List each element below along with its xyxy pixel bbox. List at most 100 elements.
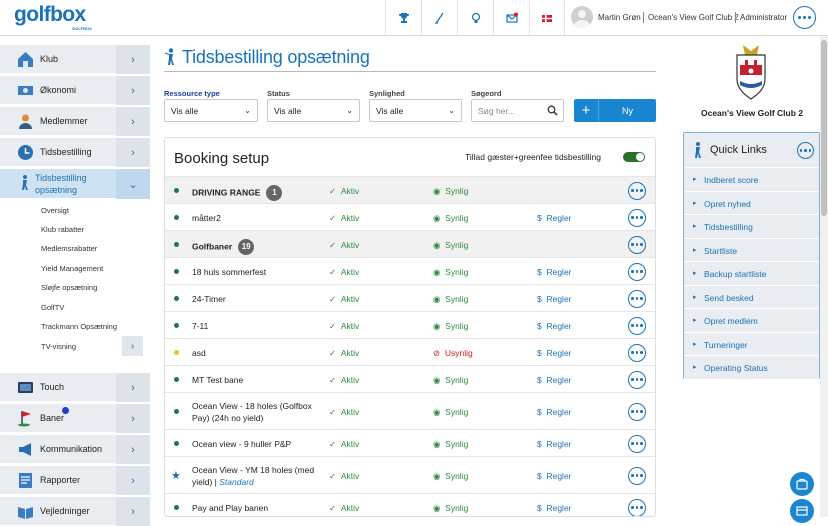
- new-button[interactable]: Ny: [598, 99, 656, 122]
- row-more-button[interactable]: [628, 262, 646, 281]
- rules-link[interactable]: $ Regler: [537, 471, 572, 481]
- quick-link-item[interactable]: ▸ Tidsbestilling: [684, 214, 819, 238]
- quick-link-item[interactable]: ▸ Operating Status: [684, 355, 819, 379]
- row-more-button[interactable]: [628, 181, 646, 200]
- sidebar-item-tidsbestilling[interactable]: Tidsbestilling ›: [0, 138, 150, 167]
- trophy-icon[interactable]: [385, 0, 421, 36]
- user-name[interactable]: Martin Grøn: [598, 13, 641, 22]
- table-row[interactable]: Ocean View - 18 holes (Golfbox Pay) (24h…: [165, 392, 655, 429]
- subnav-item[interactable]: Medlemsrabatter: [41, 244, 97, 253]
- sidebar-item-rapporter[interactable]: Rapporter ›: [0, 466, 150, 495]
- golf-club-icon[interactable]: [421, 0, 457, 36]
- row-more-button[interactable]: [628, 343, 646, 362]
- group-row[interactable]: Golfbaner 19 ✓ Aktiv ◉ Synlig: [165, 230, 655, 257]
- rules-link[interactable]: $ Regler: [537, 407, 572, 417]
- register-button[interactable]: [790, 499, 814, 523]
- rules-link[interactable]: $ Regler: [537, 439, 572, 449]
- row-more-button[interactable]: [628, 402, 646, 421]
- quick-link-item[interactable]: ▸ Backup startliste: [684, 261, 819, 285]
- subnav-item[interactable]: Yield Management: [41, 264, 103, 273]
- subnav-item[interactable]: GolfTV: [41, 303, 64, 312]
- guest-booking-toggle[interactable]: [623, 152, 645, 162]
- row-name[interactable]: Ocean View - YM 18 holes (med yield) | S…: [192, 464, 322, 488]
- row-name[interactable]: 7-11: [192, 320, 392, 332]
- table-row[interactable]: asd ✓ Aktiv ⊘ Usynlig $ Regler: [165, 338, 655, 365]
- quick-link-item[interactable]: ▸ Opret medlem: [684, 308, 819, 332]
- club-name[interactable]: Ocean's View Golf Club 2: [648, 13, 739, 22]
- chevron-right-icon[interactable]: ›: [116, 497, 150, 526]
- subnav-item[interactable]: Sløjfe opsætning: [41, 283, 97, 292]
- rules-link[interactable]: $ Regler: [537, 348, 572, 358]
- more-menu-button[interactable]: [793, 6, 816, 29]
- table-row[interactable]: måtter2 ✓ Aktiv ◉ Synlig $ Regler: [165, 203, 655, 230]
- sidebar-item-tidsbestilling-opsaetning[interactable]: Tidsbestilling opsætning ⌄: [0, 169, 150, 199]
- row-name[interactable]: asd: [192, 347, 392, 359]
- row-more-button[interactable]: [628, 208, 646, 227]
- row-more-button[interactable]: [628, 370, 646, 389]
- quick-link-item[interactable]: ▸ Send besked: [684, 284, 819, 309]
- sidebar-item-klub[interactable]: Klub ›: [0, 45, 150, 74]
- chevron-right-icon[interactable]: ›: [116, 404, 150, 433]
- row-more-button[interactable]: [628, 235, 646, 254]
- row-name[interactable]: Pay and Play banen: [192, 502, 392, 514]
- subnav-item[interactable]: Oversigt: [41, 206, 69, 215]
- lightbulb-icon[interactable]: [457, 0, 493, 36]
- scrollbar-thumb[interactable]: [821, 40, 827, 216]
- rules-link[interactable]: $ Regler: [537, 267, 572, 277]
- chevron-right-icon[interactable]: ›: [116, 45, 150, 74]
- visibility-select[interactable]: Vis alle ⌄: [369, 99, 462, 122]
- chevron-down-icon[interactable]: ⌄: [116, 169, 150, 199]
- sidebar-item-medlemmer[interactable]: Medlemmer ›: [0, 107, 150, 136]
- sidebar-item-okonomi[interactable]: Økonomi ›: [0, 76, 150, 105]
- table-row[interactable]: 7-11 ✓ Aktiv ◉ Synlig $ Regler: [165, 311, 655, 338]
- quick-link-item[interactable]: ▸ Opret nyhed: [684, 190, 819, 215]
- avatar[interactable]: [571, 6, 593, 28]
- chevron-right-icon[interactable]: ›: [116, 138, 150, 167]
- chevron-right-icon[interactable]: ›: [116, 466, 150, 495]
- table-row[interactable]: Pay and Play banen ✓ Aktiv ◉ Synlig $ Regle…: [165, 493, 655, 516]
- rules-link[interactable]: $ Regler: [537, 321, 572, 331]
- search-input[interactable]: Søg her...: [471, 99, 564, 122]
- rules-link[interactable]: $ Regler: [537, 294, 572, 304]
- row-more-button[interactable]: [628, 289, 646, 308]
- rules-link[interactable]: $ Regler: [537, 375, 572, 385]
- sidebar-item-touch[interactable]: Touch ›: [0, 373, 150, 402]
- subnav-item[interactable]: TV-visning: [41, 342, 76, 351]
- row-name[interactable]: måtter2: [192, 212, 392, 224]
- quick-links-more-button[interactable]: [797, 142, 814, 159]
- subnav-item[interactable]: Klub rabatter: [41, 225, 84, 234]
- sidebar-item-kommunikation[interactable]: Kommunikation ›: [0, 435, 150, 464]
- row-more-button[interactable]: [628, 434, 646, 453]
- quick-link-item[interactable]: ▸ Startliste: [684, 237, 819, 262]
- row-more-button[interactable]: [628, 466, 646, 485]
- chevron-right-icon[interactable]: ›: [116, 76, 150, 105]
- table-row[interactable]: ★ Ocean View - YM 18 holes (med yield) | …: [165, 456, 655, 493]
- row-name[interactable]: Ocean view - 9 huller P&P: [192, 438, 392, 450]
- resource-type-select[interactable]: Vis alle ⌄: [164, 99, 258, 122]
- row-name[interactable]: Golfbaner 19: [192, 238, 392, 255]
- group-row[interactable]: DRIVING RANGE 1 ✓ Aktiv ◉ Synlig: [165, 176, 655, 203]
- table-row[interactable]: 18 huls sommerfest ✓ Aktiv ◉ Synlig $ Regle…: [165, 257, 655, 284]
- chevron-right-icon[interactable]: ›: [116, 373, 150, 402]
- chevron-right-icon[interactable]: ›: [122, 336, 143, 356]
- row-more-button[interactable]: [628, 316, 646, 335]
- flag-dk-icon[interactable]: [529, 0, 565, 36]
- quick-link-item[interactable]: ▸ Indberet score: [684, 167, 819, 191]
- quick-link-item[interactable]: ▸ Turneringer: [684, 331, 819, 356]
- table-row[interactable]: MT Test bane ✓ Aktiv ◉ Synlig $ Regler: [165, 365, 655, 392]
- mail-icon[interactable]: [493, 0, 529, 36]
- row-name[interactable]: 18 huls sommerfest: [192, 266, 392, 278]
- chat-button[interactable]: [790, 472, 814, 496]
- rules-link[interactable]: $ Regler: [537, 503, 572, 513]
- table-row[interactable]: Ocean view - 9 huller P&P ✓ Aktiv ◉ Synlig…: [165, 429, 655, 456]
- row-name[interactable]: Ocean View - 18 holes (Golfbox Pay) (24h…: [192, 400, 322, 424]
- row-more-button[interactable]: [628, 498, 646, 516]
- sidebar-item-baner[interactable]: Baner ›: [0, 404, 150, 433]
- table-row[interactable]: 24-Timer ✓ Aktiv ◉ Synlig $ Regler: [165, 284, 655, 311]
- sidebar-item-vejledninger[interactable]: Vejledninger ›: [0, 497, 150, 526]
- row-name[interactable]: 24-Timer: [192, 293, 392, 305]
- status-select[interactable]: Vis alle ⌄: [267, 99, 360, 122]
- golfbox-logo[interactable]: golfbox GOLFBOX: [14, 2, 94, 32]
- add-button[interactable]: +: [574, 99, 598, 122]
- chevron-right-icon[interactable]: ›: [116, 435, 150, 464]
